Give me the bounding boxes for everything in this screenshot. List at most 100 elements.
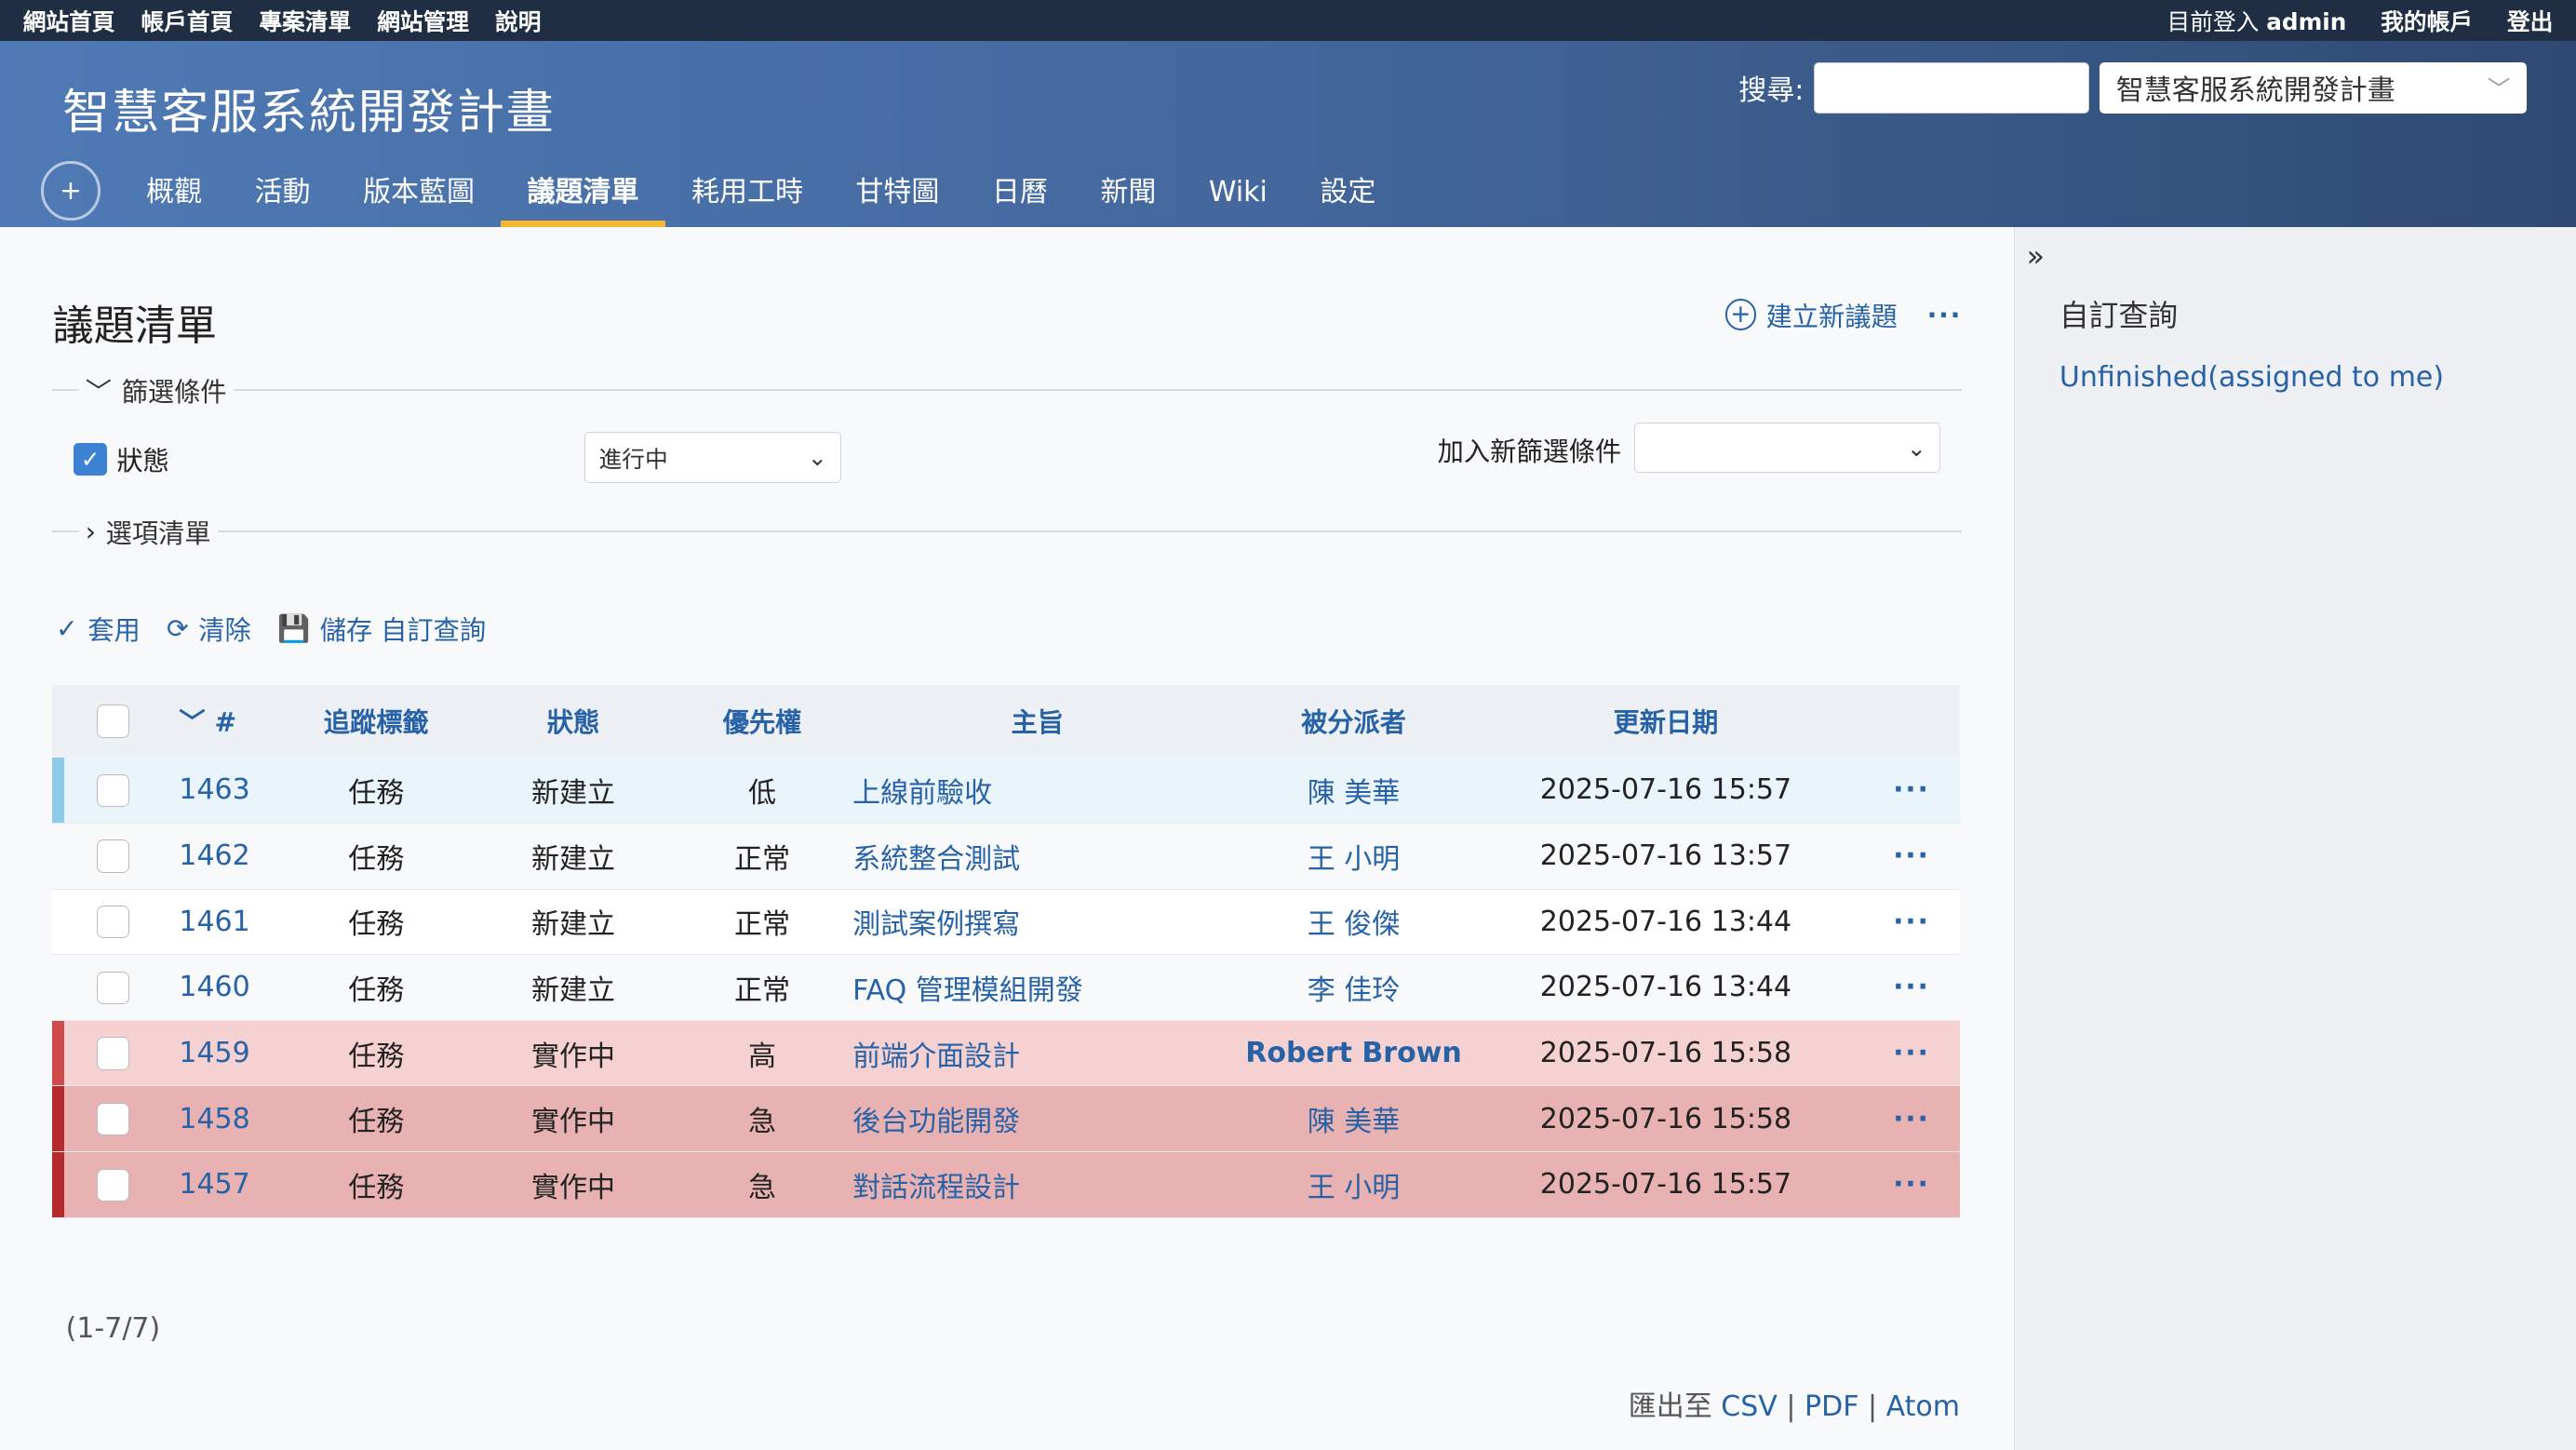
chevron-down-icon: ⌄ — [808, 444, 827, 472]
sidebar: » 自訂查詢 Unfinished(assigned to me) — [2014, 226, 2576, 1450]
tab-wiki[interactable]: Wiki — [1183, 161, 1295, 227]
filters-legend[interactable]: ﹀ 篩選條件 — [78, 370, 234, 409]
issue-subject-link[interactable]: 後台功能開發 — [836, 1085, 1239, 1152]
issue-assignee-link[interactable]: Robert Brown — [1238, 1020, 1469, 1087]
options-legend[interactable]: › 選項清單 — [78, 512, 218, 551]
issue-subject-link[interactable]: 系統整合測試 — [836, 823, 1239, 890]
row-checkbox[interactable] — [97, 971, 130, 1004]
issue-id-link[interactable]: 1461 — [162, 889, 294, 956]
clear-button[interactable]: ⟳ 清除 — [167, 610, 251, 648]
issue-subject-link[interactable]: 前端介面設計 — [836, 1020, 1239, 1087]
col-status-header[interactable]: 狀態 — [458, 685, 689, 758]
row-more-icon[interactable]: ··· — [1862, 757, 1960, 824]
logout-link[interactable]: 登出 — [2507, 8, 2553, 35]
issue-id-link[interactable]: 1458 — [162, 1085, 294, 1152]
tab-gantt[interactable]: 甘特圖 — [829, 161, 965, 227]
issue-id-link[interactable]: 1463 — [162, 757, 294, 824]
issue-priority: 正常 — [688, 954, 837, 1021]
sidebar-toggle-icon[interactable]: » — [2027, 240, 2045, 274]
apply-button[interactable]: ✓ 套用 — [56, 610, 141, 648]
table-row[interactable]: 1462 任務 新建立 正常 系統整合測試 王 小明 2025-07-16 13… — [52, 823, 1960, 890]
table-row[interactable]: 1459 任務 實作中 高 前端介面設計 Robert Brown 2025-0… — [52, 1020, 1960, 1087]
tab-spent-time[interactable]: 耗用工時 — [665, 161, 829, 227]
col-tracker-header[interactable]: 追蹤標籤 — [293, 685, 459, 758]
row-more-icon[interactable]: ··· — [1862, 889, 1960, 956]
home-link[interactable]: 網站首頁 — [23, 8, 115, 35]
issue-tracker: 任務 — [293, 757, 459, 824]
tab-overview[interactable]: 概觀 — [120, 161, 228, 227]
issue-priority: 高 — [688, 1020, 837, 1087]
logged-in-user[interactable]: admin — [2266, 8, 2346, 35]
issue-subject-link[interactable]: 測試案例撰寫 — [836, 889, 1239, 956]
issue-id-link[interactable]: 1459 — [162, 1020, 294, 1087]
my-account-link[interactable]: 我的帳戶 — [2381, 8, 2473, 35]
row-more-icon[interactable]: ··· — [1862, 1020, 1960, 1087]
table-row[interactable]: 1460 任務 新建立 正常 FAQ 管理模組開發 李 佳玲 2025-07-1… — [52, 954, 1960, 1021]
query-actions: ✓ 套用 ⟳ 清除 💾 儲存 自訂查詢 — [56, 610, 486, 648]
export-csv-link[interactable]: CSV — [1721, 1390, 1778, 1423]
issue-assignee-link[interactable]: 王 小明 — [1238, 1151, 1469, 1218]
plus-circle-icon: + — [1724, 299, 1757, 331]
save-query-button[interactable]: 💾 儲存 自訂查詢 — [277, 610, 486, 648]
issue-updated: 2025-07-16 13:57 — [1469, 823, 1863, 890]
row-checkbox[interactable] — [97, 773, 130, 807]
table-row[interactable]: 1457 任務 實作中 急 對話流程設計 王 小明 2025-07-16 15:… — [52, 1151, 1960, 1218]
sidebar-query-link[interactable]: Unfinished(assigned to me) — [2059, 361, 2444, 394]
row-checkbox[interactable] — [97, 839, 130, 873]
new-object-button[interactable]: + — [41, 161, 101, 221]
issue-id-link[interactable]: 1460 — [162, 954, 294, 1021]
issue-subject-link[interactable]: FAQ 管理模組開發 — [836, 954, 1239, 1021]
tab-roadmap[interactable]: 版本藍圖 — [337, 161, 501, 227]
tab-news[interactable]: 新聞 — [1074, 161, 1182, 227]
issue-id-link[interactable]: 1457 — [162, 1151, 294, 1218]
help-link[interactable]: 說明 — [495, 8, 541, 35]
table-row[interactable]: 1458 任務 實作中 急 後台功能開發 陳 美華 2025-07-16 15:… — [52, 1085, 1960, 1152]
col-priority-header[interactable]: 優先權 — [688, 685, 837, 758]
col-assignee-header[interactable]: 被分派者 — [1238, 685, 1469, 758]
chevron-down-icon: ﹀ — [85, 376, 113, 408]
col-id-header[interactable]: ﹀ # — [162, 685, 294, 758]
my-page-link[interactable]: 帳戶首頁 — [141, 8, 234, 35]
col-updated-header[interactable]: 更新日期 — [1469, 685, 1863, 758]
issue-assignee-link[interactable]: 王 小明 — [1238, 823, 1469, 890]
tab-calendar[interactable]: 日曆 — [966, 161, 1074, 227]
issue-assignee-link[interactable]: 李 佳玲 — [1238, 954, 1469, 1021]
row-checkbox[interactable] — [97, 1037, 130, 1070]
search-input[interactable] — [1813, 62, 2090, 114]
row-more-icon[interactable]: ··· — [1862, 1085, 1960, 1152]
table-row[interactable]: 1463 任務 新建立 低 上線前驗收 陳 美華 2025-07-16 15:5… — [52, 757, 1960, 824]
row-more-icon[interactable]: ··· — [1862, 1151, 1960, 1218]
tab-issues[interactable]: 議題清單 — [501, 161, 665, 227]
table-row[interactable]: 1461 任務 新建立 正常 測試案例撰寫 王 俊傑 2025-07-16 13… — [52, 889, 1960, 956]
issue-assignee-link[interactable]: 王 俊傑 — [1238, 889, 1469, 956]
issue-assignee-link[interactable]: 陳 美華 — [1238, 1085, 1469, 1152]
row-more-icon[interactable]: ··· — [1862, 954, 1960, 1021]
more-actions-icon[interactable]: ··· — [1927, 300, 1962, 330]
row-more-icon[interactable]: ··· — [1862, 823, 1960, 890]
issue-subject-link[interactable]: 上線前驗收 — [836, 757, 1239, 824]
export-pdf-link[interactable]: PDF — [1805, 1390, 1858, 1423]
issue-subject-link[interactable]: 對話流程設計 — [836, 1151, 1239, 1218]
issue-assignee-link[interactable]: 陳 美華 — [1238, 757, 1469, 824]
tab-activity[interactable]: 活動 — [228, 161, 336, 227]
new-issue-label: 建立新議題 — [1765, 301, 1898, 332]
apply-label: 套用 — [87, 614, 141, 646]
select-all-checkbox[interactable] — [97, 705, 130, 738]
issue-status: 新建立 — [458, 823, 689, 890]
export-atom-link[interactable]: Atom — [1886, 1390, 1960, 1423]
status-operator-select[interactable]: 進行中 ⌄ — [584, 432, 841, 483]
status-filter-checkbox[interactable]: ✓ — [74, 442, 107, 477]
search-label: 搜尋: — [1738, 74, 1805, 108]
row-checkbox[interactable] — [97, 906, 130, 939]
projects-link[interactable]: 專案清單 — [259, 8, 351, 35]
project-jump-select[interactable]: 智慧客服系統開發計畫 ﹀ — [2100, 62, 2528, 114]
add-filter-select[interactable]: ⌄ — [1634, 422, 1940, 474]
sidebar-queries-title: 自訂查詢 — [2059, 300, 2178, 334]
new-issue-link[interactable]: + 建立新議題 ··· — [1724, 296, 1963, 334]
row-checkbox[interactable] — [97, 1168, 130, 1202]
administration-link[interactable]: 網站管理 — [377, 8, 469, 35]
tab-settings[interactable]: 設定 — [1294, 161, 1402, 227]
issue-id-link[interactable]: 1462 — [162, 823, 294, 890]
row-checkbox[interactable] — [97, 1102, 130, 1136]
col-subject-header[interactable]: 主旨 — [836, 685, 1239, 758]
